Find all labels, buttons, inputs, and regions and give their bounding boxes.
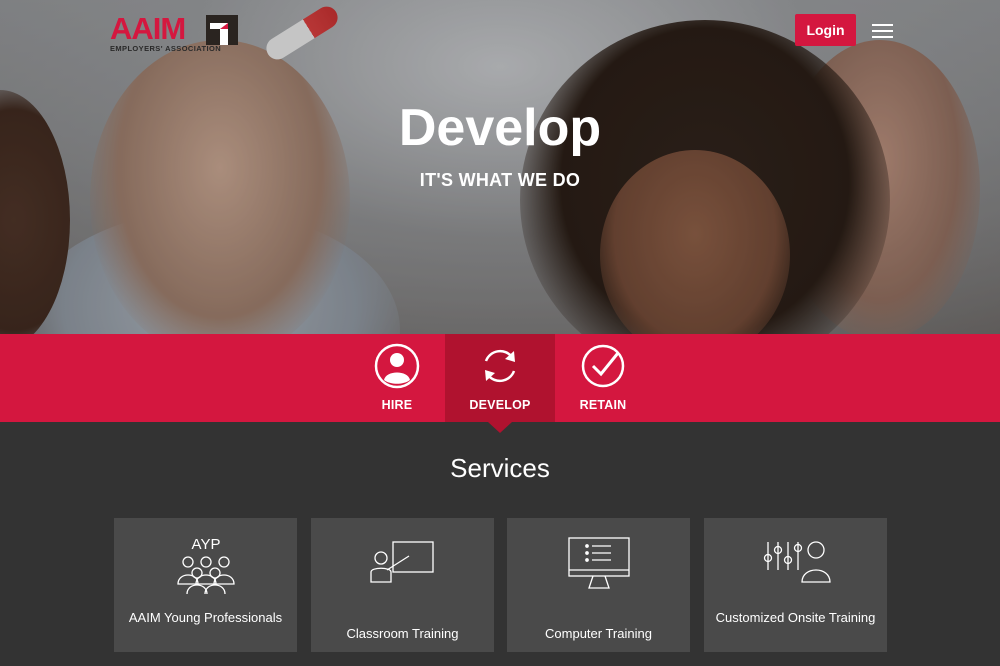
check-circle-icon bbox=[581, 344, 625, 388]
active-tab-indicator bbox=[488, 422, 512, 433]
computer-monitor-icon bbox=[567, 537, 630, 589]
pillar-tab-bar: HIRE DEVELOP RETAIN bbox=[0, 334, 1000, 422]
services-heading: Services bbox=[450, 453, 550, 483]
service-card-label: Customized Onsite Training bbox=[715, 610, 876, 625]
login-button[interactable]: Login bbox=[795, 14, 856, 46]
logo-tagline: EMPLOYERS' ASSOCIATION bbox=[110, 44, 222, 53]
hero-title: Develop bbox=[398, 99, 602, 157]
tab-label: DEVELOP bbox=[469, 398, 531, 412]
svg-text:AYP: AYP bbox=[191, 536, 220, 553]
service-card-label: AAIM Young Professionals bbox=[128, 610, 283, 625]
sliders-person-icon bbox=[763, 541, 831, 583]
logo-mark-icon bbox=[206, 15, 238, 45]
tab-hire[interactable]: HIRE bbox=[342, 334, 452, 422]
tab-retain[interactable]: RETAIN bbox=[548, 334, 658, 422]
service-card-classroom-training[interactable]: Classroom Training bbox=[311, 518, 494, 652]
service-card-customized-onsite[interactable]: Customized Onsite Training bbox=[704, 518, 887, 652]
person-icon bbox=[374, 343, 420, 389]
service-card-computer-training[interactable]: Computer Training bbox=[507, 518, 690, 652]
site-logo[interactable]: AAIM EMPLOYERS' ASSOCIATION bbox=[110, 13, 240, 53]
classroom-presenter-icon bbox=[369, 541, 434, 583]
tab-label: HIRE bbox=[381, 398, 413, 412]
tab-label: RETAIN bbox=[579, 398, 627, 412]
service-card-young-professionals[interactable]: AYP AAIM Young Professionals bbox=[114, 518, 297, 652]
ayp-group-icon: AYP bbox=[176, 536, 235, 594]
hero-banner: AAIM EMPLOYERS' ASSOCIATION Login Develo… bbox=[0, 0, 1000, 334]
logo-wordmark: AAIM bbox=[110, 11, 186, 46]
refresh-cycle-icon bbox=[484, 349, 516, 383]
tab-develop[interactable]: DEVELOP bbox=[445, 334, 555, 422]
service-card-label: Computer Training bbox=[545, 626, 652, 641]
hero-subtitle: IT'S WHAT WE DO bbox=[419, 170, 581, 190]
hamburger-menu-icon[interactable] bbox=[872, 22, 894, 40]
service-card-label: Classroom Training bbox=[346, 626, 459, 641]
